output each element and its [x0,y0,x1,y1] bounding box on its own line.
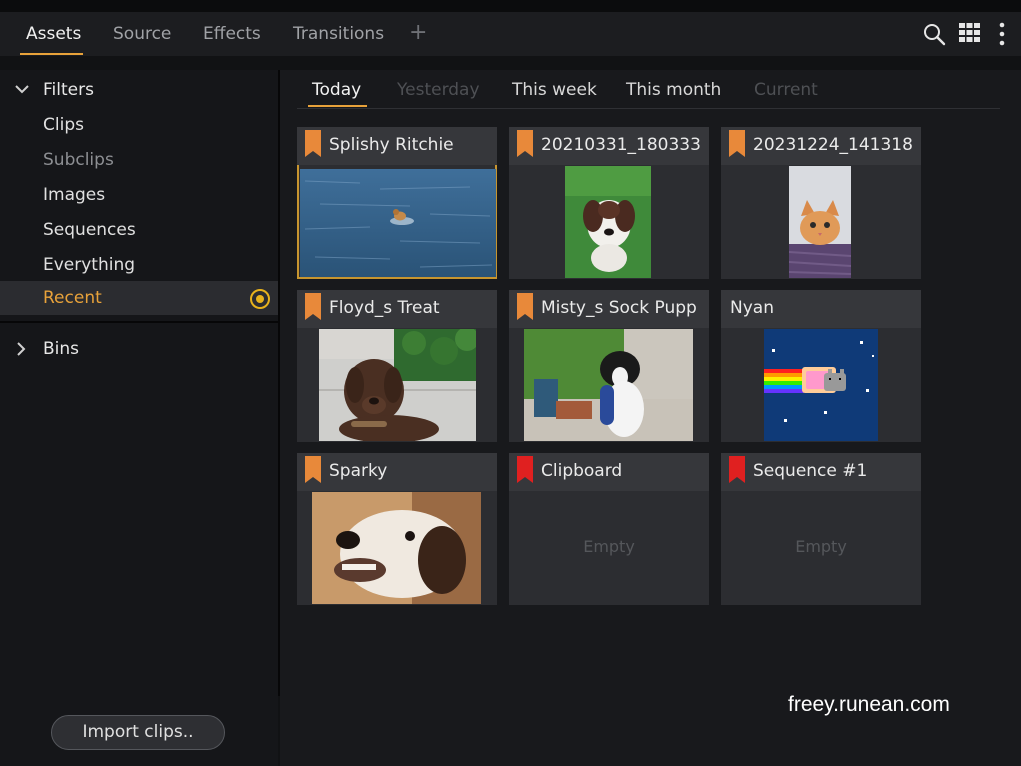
bins-heading[interactable]: Bins [43,339,79,359]
empty-label: Empty [583,537,635,556]
chevron-down-icon[interactable] [15,84,29,94]
card-title: Misty_s Sock Pupp [541,298,697,318]
asset-card-20231224-141318[interactable]: 20231224_141318 [721,127,921,279]
asset-card-20210331-180333[interactable]: 20210331_180333 [509,127,709,279]
sidebar-item-subclips[interactable]: Subclips [43,150,114,170]
subtab-today[interactable]: Today [312,80,361,100]
card-header: 20210331_180333 [509,127,709,165]
chevron-right-icon[interactable] [16,342,26,356]
card-title: 20210331_180333 [541,135,701,155]
card-title: 20231224_141318 [753,135,913,155]
bookmark-flag-icon [305,293,321,320]
tab-effects[interactable]: Effects [203,24,261,44]
bookmark-flag-icon [517,456,533,483]
terrier-thumbnail [312,492,481,604]
subtab-divider [297,108,1000,109]
tab-assets[interactable]: Assets [26,24,81,44]
card-title: Splishy Ritchie [329,135,454,155]
window-top-edge [0,0,1021,12]
card-title: Nyan [730,298,774,318]
filters-heading[interactable]: Filters [43,80,94,100]
sidebar: Filters Clips Subclips Images Sequences … [0,70,278,766]
asset-card-sparky[interactable]: Sparky [297,453,497,605]
asset-card-sequence-1[interactable]: Sequence #1 Empty [721,453,921,605]
tab-transitions[interactable]: Transitions [293,24,384,44]
tab-source[interactable]: Source [113,24,171,44]
active-subtab-indicator [308,105,367,107]
card-header: Sparky [297,453,497,491]
sidebar-item-recent-label: Recent [43,288,102,308]
sidebar-item-images[interactable]: Images [43,185,105,205]
asset-card-floyd-s-treat[interactable]: Floyd_s Treat [297,290,497,442]
asset-card-nyan[interactable]: Nyan [721,290,921,442]
bookmark-flag-icon [305,130,321,157]
card-title: Sequence #1 [753,461,868,481]
sidebar-item-everything[interactable]: Everything [43,255,135,275]
top-tab-bar: Assets Source Effects Transitions + [0,12,1021,56]
water-dog-thumbnail [300,169,496,277]
card-header: Floyd_s Treat [297,290,497,328]
bookmark-flag-icon [729,130,745,157]
search-icon[interactable] [922,22,946,46]
import-clips-button[interactable]: Import clips.. [51,715,225,750]
asset-card-misty-s-sock-pupp[interactable]: Misty_s Sock Pupp [509,290,709,442]
card-title: Floyd_s Treat [329,298,440,318]
card-title: Clipboard [541,461,623,481]
card-header: Misty_s Sock Pupp [509,290,709,328]
bookmark-flag-icon [517,130,533,157]
bookmark-flag-icon [517,293,533,320]
plus-icon[interactable]: + [409,20,427,45]
asset-card-clipboard[interactable]: Clipboard Empty [509,453,709,605]
bookmark-flag-icon [305,456,321,483]
more-vertical-icon[interactable] [998,22,1006,46]
cat-thumbnail [789,166,851,278]
card-header: Sequence #1 [721,453,921,491]
radio-selected-icon[interactable] [250,289,270,309]
active-tab-indicator [20,53,83,55]
sidebar-item-clips[interactable]: Clips [43,115,84,135]
labrador-thumbnail [319,329,476,441]
nyan-cat-thumbnail [764,329,878,441]
subtab-current: Current [754,80,818,100]
watermark: freey.runean.com [788,693,950,716]
bookmark-flag-icon [729,456,745,483]
asset-card-splishy-ritchie[interactable]: Splishy Ritchie [297,127,497,279]
card-header: 20231224_141318 [721,127,921,165]
sidebar-divider [0,321,278,323]
collie-thumbnail [524,329,693,441]
grid-view-icon[interactable] [959,23,980,42]
sidebar-item-recent[interactable]: Recent [0,281,278,315]
card-header: Nyan [721,290,921,328]
card-header: Clipboard [509,453,709,491]
subtab-this-week[interactable]: This week [512,80,597,100]
card-header: Splishy Ritchie [297,127,497,165]
sidebar-item-sequences[interactable]: Sequences [43,220,136,240]
spaniel-thumbnail [565,166,651,278]
subtab-this-month[interactable]: This month [626,80,721,100]
empty-label: Empty [795,537,847,556]
card-title: Sparky [329,461,388,481]
subtab-yesterday: Yesterday [397,80,480,100]
